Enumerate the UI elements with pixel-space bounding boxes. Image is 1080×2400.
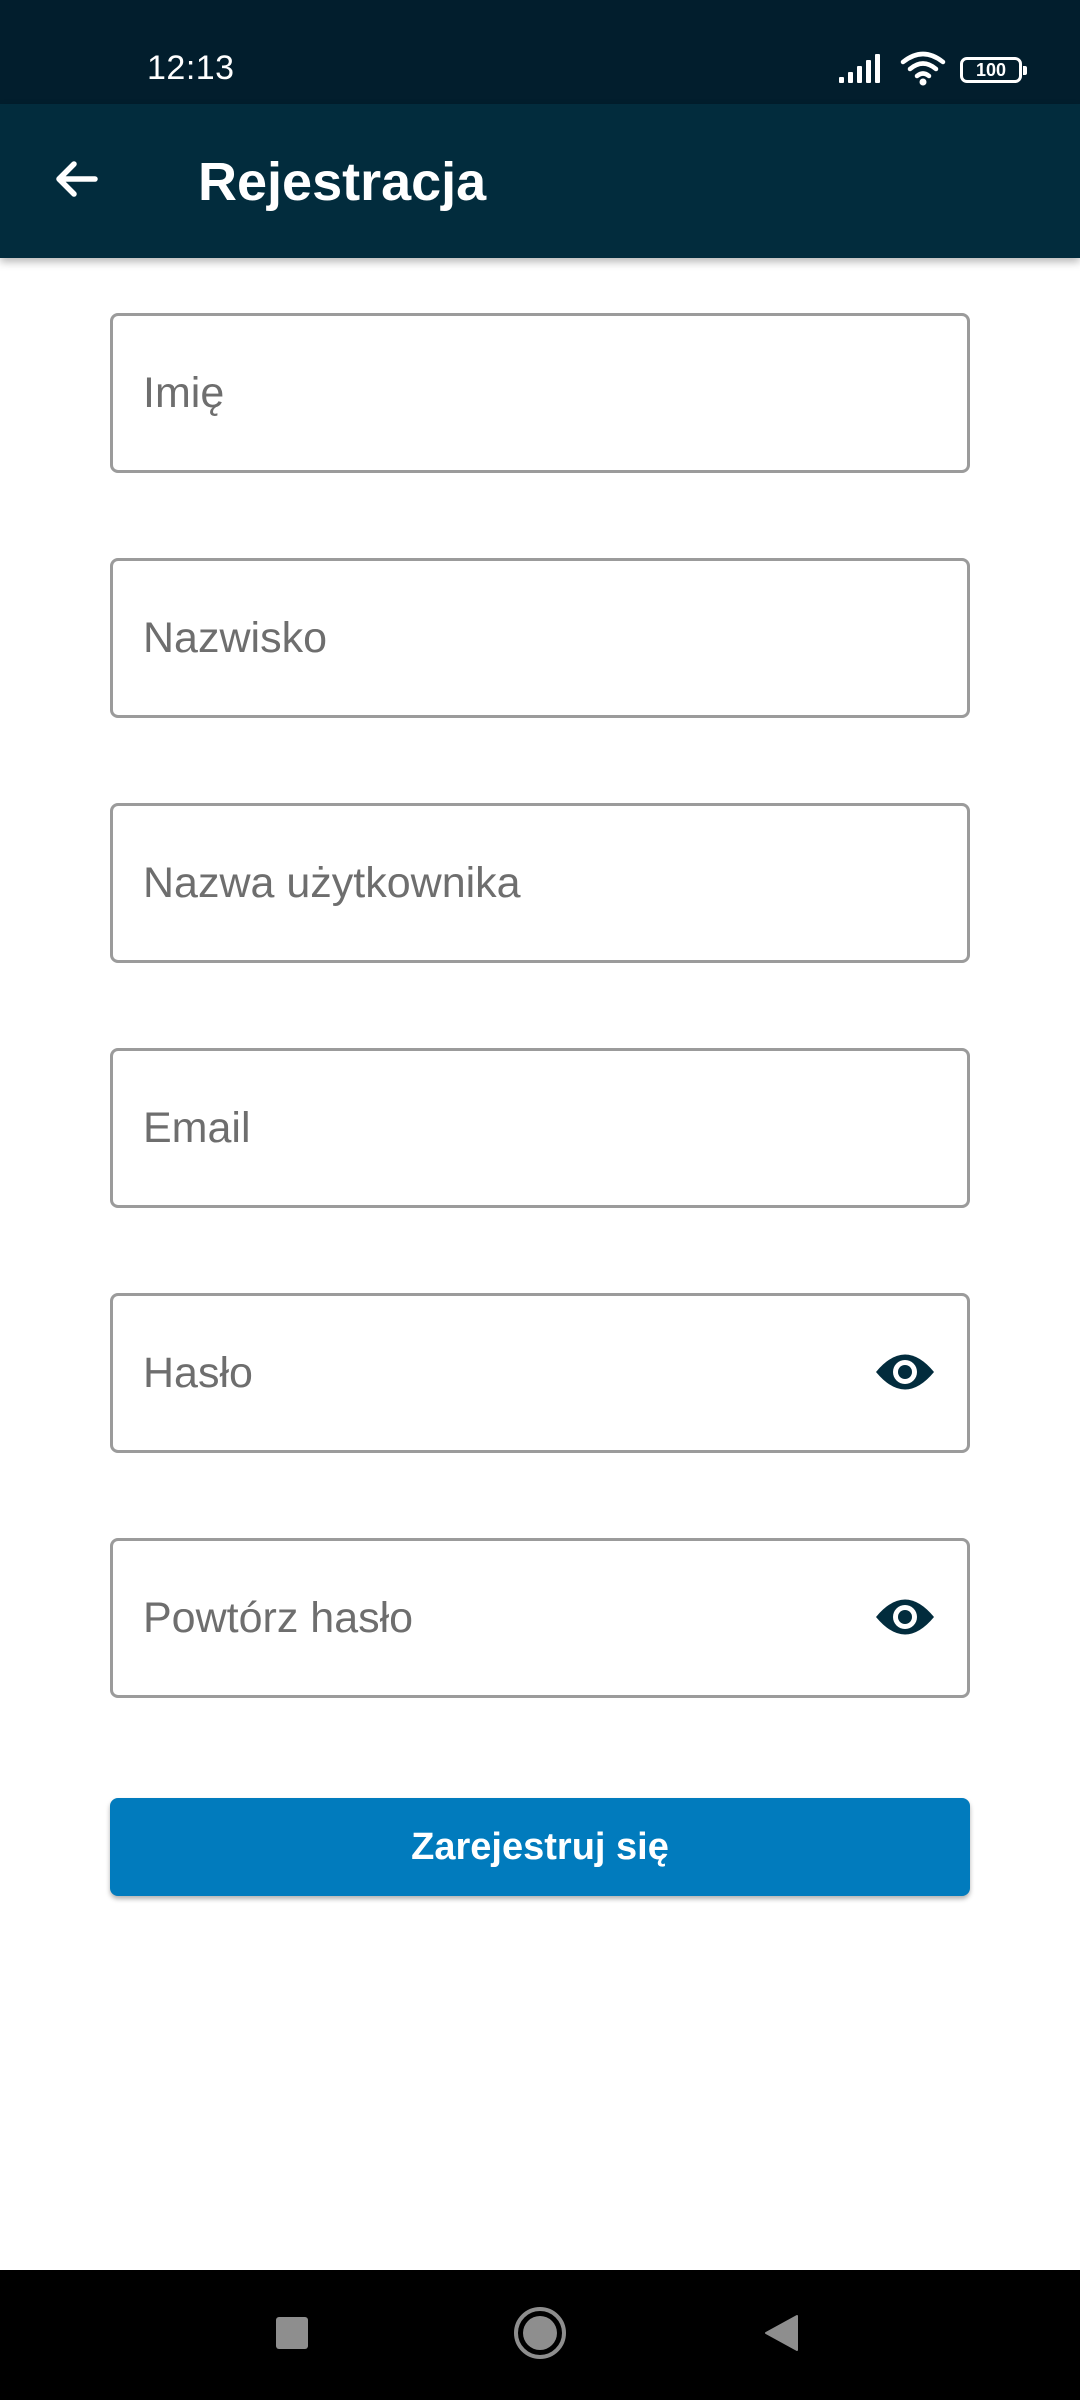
signal-icon — [838, 52, 886, 89]
register-button[interactable]: Zarejestruj się — [110, 1798, 970, 1896]
password-input[interactable] — [143, 1296, 833, 1450]
recents-square-icon — [274, 2315, 310, 2356]
password-repeat-visibility-toggle[interactable] — [873, 1587, 937, 1651]
email-input[interactable] — [143, 1051, 903, 1205]
home-circle-icon — [512, 2305, 568, 2366]
back-button[interactable] — [36, 141, 116, 221]
back-triangle-icon — [762, 2313, 802, 2358]
password-repeat-field — [110, 1538, 970, 1698]
password-visibility-toggle[interactable] — [873, 1342, 937, 1406]
first-name-input[interactable] — [143, 316, 903, 470]
system-back-button[interactable] — [750, 2303, 814, 2367]
app-bar: Rejestracja — [0, 104, 1080, 258]
status-time: 12:13 — [147, 49, 235, 87]
recents-button[interactable] — [260, 2303, 324, 2367]
username-field — [110, 803, 970, 963]
status-icons: 100 — [838, 50, 1027, 91]
eye-icon — [874, 1351, 936, 1398]
username-input[interactable] — [143, 806, 903, 960]
first-name-field — [110, 313, 970, 473]
arrow-left-icon — [51, 154, 101, 209]
status-bar: 12:13 100 — [0, 0, 1080, 104]
password-field — [110, 1293, 970, 1453]
navigation-bar — [0, 2270, 1080, 2400]
page-title: Rejestracja — [198, 152, 487, 212]
email-field — [110, 1048, 970, 1208]
battery-icon: 100 — [960, 57, 1027, 83]
last-name-input[interactable] — [143, 561, 903, 715]
home-button[interactable] — [508, 2303, 572, 2367]
eye-icon — [874, 1596, 936, 1643]
password-repeat-input[interactable] — [143, 1541, 833, 1695]
last-name-field — [110, 558, 970, 718]
wifi-icon — [900, 50, 946, 91]
battery-level: 100 — [975, 60, 1007, 80]
